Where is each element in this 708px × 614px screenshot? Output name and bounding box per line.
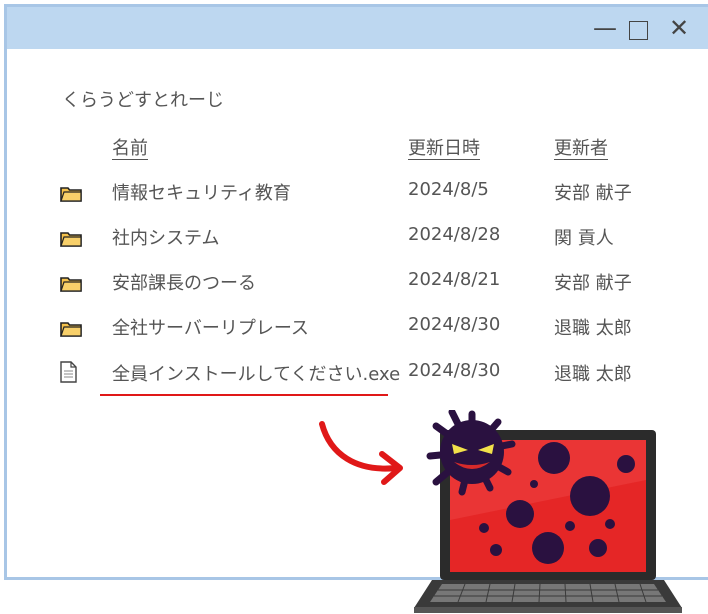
file-name: 全社サーバーリプレース bbox=[112, 318, 309, 339]
list-item[interactable]: 全社サーバーリプレース 2024/8/30 退職 太郎 bbox=[0, 314, 708, 344]
list-item[interactable]: 安部課長のつーる 2024/8/21 安部 献子 bbox=[0, 269, 708, 299]
folder-icon bbox=[60, 277, 82, 292]
arrow-icon bbox=[319, 421, 403, 485]
file-name: 安部課長のつーる bbox=[112, 273, 256, 294]
malware-illustration bbox=[319, 410, 682, 613]
file-user: 関 貢人 bbox=[554, 228, 614, 249]
file-date: 2024/8/5 bbox=[408, 179, 489, 200]
file-user: 退職 太郎 bbox=[554, 318, 632, 339]
breadcrumb[interactable]: くらうどすとれーじ bbox=[62, 86, 224, 112]
minimize-icon[interactable]: — bbox=[593, 13, 617, 43]
file-date: 2024/8/21 bbox=[408, 269, 501, 290]
file-name: 情報セキュリティ教育 bbox=[112, 183, 291, 204]
file-date: 2024/8/28 bbox=[408, 224, 501, 245]
folder-icon bbox=[60, 232, 82, 247]
file-date: 2024/8/30 bbox=[408, 360, 501, 381]
column-header-modified-by[interactable]: 更新者 bbox=[554, 134, 608, 160]
maximize-icon[interactable] bbox=[629, 21, 648, 40]
folder-icon bbox=[60, 322, 82, 337]
file-date: 2024/8/30 bbox=[408, 314, 501, 335]
list-item[interactable]: 社内システム 2024/8/28 関 貢人 bbox=[0, 224, 708, 254]
file-name: 社内システム bbox=[112, 228, 220, 249]
close-icon[interactable]: ✕ bbox=[669, 13, 689, 43]
file-name: 全員インストールしてください.exe bbox=[112, 364, 401, 385]
column-header-name[interactable]: 名前 bbox=[112, 134, 148, 160]
file-user: 安部 献子 bbox=[554, 273, 632, 294]
folder-icon bbox=[60, 187, 82, 202]
title-bar: — ✕ bbox=[7, 7, 708, 49]
column-header-modified[interactable]: 更新日時 bbox=[408, 134, 480, 160]
list-item[interactable]: 全員インストールしてください.exe 2024/8/30 退職 太郎 bbox=[0, 360, 708, 390]
file-user: 退職 太郎 bbox=[554, 364, 632, 385]
file-user: 安部 献子 bbox=[554, 183, 632, 204]
highlight-underline bbox=[100, 394, 388, 396]
list-item[interactable]: 情報セキュリティ教育 2024/8/5 安部 献子 bbox=[0, 179, 708, 209]
file-icon bbox=[60, 361, 77, 383]
